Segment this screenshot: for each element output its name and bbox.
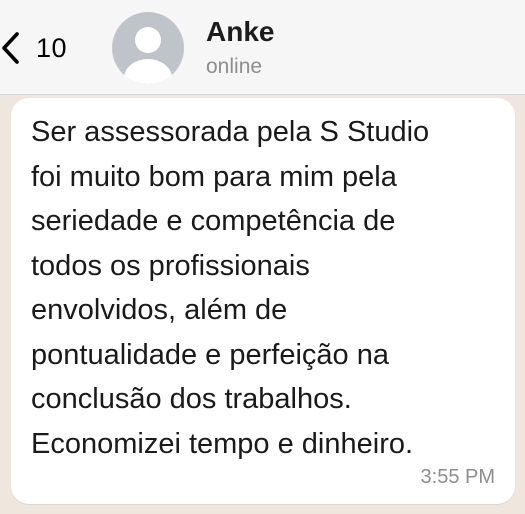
message-line: seriedade e competência de (31, 205, 396, 237)
message-line: foi muito bom para mim pela (31, 160, 397, 193)
message-line: todos os profissionais (31, 249, 310, 282)
contact-name[interactable]: Anke (206, 16, 274, 48)
message-bubble[interactable]: Ser assessorada pela S Studio foi muito … (11, 98, 515, 504)
avatar[interactable] (112, 12, 184, 84)
back-button[interactable]: 10 (0, 24, 67, 72)
message-line: Economizei tempo e dinheiro. (31, 427, 414, 460)
message-line: Ser assessorada pela S Studio (31, 116, 430, 148)
message-line: conclusão dos trabalhos. (31, 383, 352, 415)
message-timestamp: 3:55 PM (420, 466, 495, 488)
message-line: envolvidos, além de (31, 294, 288, 326)
unread-count: 10 (36, 32, 68, 63)
contact-status: online (206, 55, 263, 78)
chat-header: 10 Anke online (0, 0, 525, 95)
message-text: Ser assessorada pela S Studio foi muito … (31, 110, 501, 466)
message-line: pontualidade e perfeição na (31, 338, 389, 371)
chevron-left-icon (0, 31, 20, 65)
person-silhouette-icon (124, 27, 172, 84)
